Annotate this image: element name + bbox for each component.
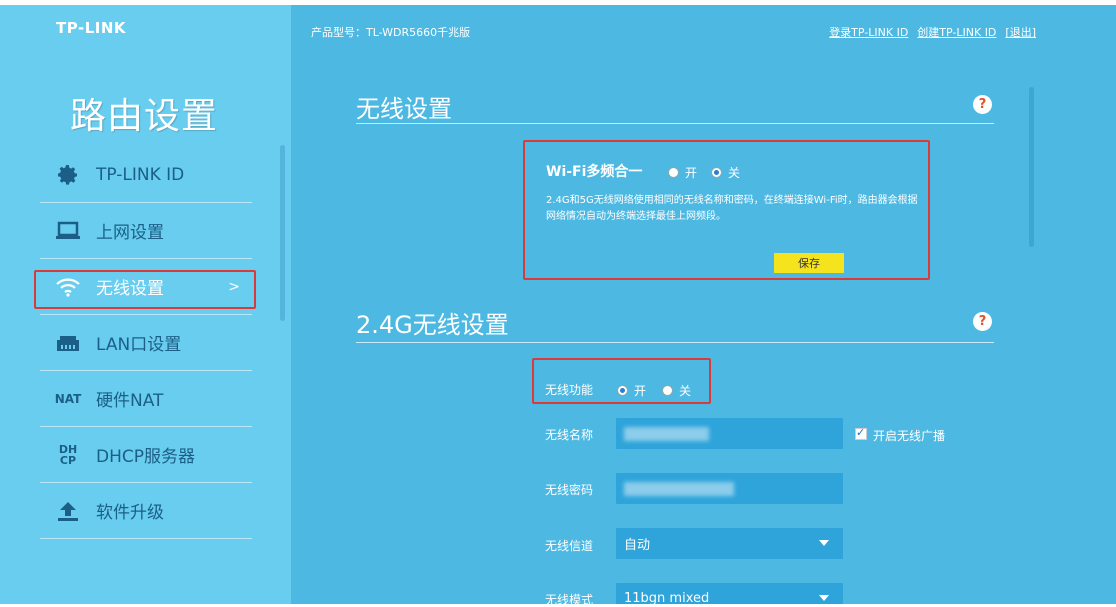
channel-value: 自动 (624, 538, 651, 553)
multiband-off-label: 关 (728, 166, 741, 180)
broadcast-checkbox[interactable] (855, 426, 867, 440)
sidebar-item-label: TP-LINK ID (96, 164, 185, 185)
brand-logo: TP-LINK (56, 19, 127, 37)
section-title-24g: 2.4G无线设置 (356, 311, 509, 339)
product-model: 产品型号：TL-WDR5660千兆版 (311, 26, 471, 39)
sidebar-item-label: 无线设置 (96, 279, 164, 299)
app-frame: TP-LINK 路由设置 TP-LINK ID 上网设置 无线设置 > LAN口… (0, 5, 1116, 604)
wireless-function-radio-group: 开 关 (617, 382, 691, 399)
chevron-right-icon: > (228, 278, 240, 295)
wireless-on-radio[interactable] (617, 385, 628, 396)
sidebar-item-label: DHCP服务器 (96, 447, 195, 467)
multiband-description: 2.4G和5G无线网络使用相同的无线名称和密码，在终端连接Wi-Fi时，路由器会… (546, 195, 918, 222)
gear-icon (54, 161, 82, 189)
lan-port-icon (54, 329, 82, 357)
logout-link[interactable]: [退出] (1005, 24, 1036, 40)
main-scrollbar[interactable] (1029, 87, 1034, 247)
sidebar-nav: TP-LINK ID 上网设置 无线设置 > LAN口设置 NAT 硬件NAT … (40, 147, 252, 539)
dhcp-icon: DH CP (58, 442, 78, 467)
wireless-function-label: 无线功能 (545, 383, 594, 397)
ssid-label: 无线名称 (545, 428, 594, 442)
wireless-on-label: 开 (634, 384, 647, 398)
sidebar-item-upgrade[interactable]: 软件升级 (40, 483, 252, 539)
sidebar: TP-LINK 路由设置 TP-LINK ID 上网设置 无线设置 > LAN口… (0, 5, 291, 604)
help-icon[interactable]: ? (973, 95, 992, 114)
broadcast-label: 开启无线广播 (873, 429, 946, 443)
sidebar-item-label: 上网设置 (96, 223, 164, 243)
upload-icon (54, 497, 82, 525)
redacted-ssid (624, 426, 709, 441)
wifi-icon (54, 273, 82, 301)
wireless-off-radio[interactable] (662, 385, 674, 396)
sidebar-title: 路由设置 (70, 96, 219, 137)
sidebar-item-tplink-id[interactable]: TP-LINK ID (40, 147, 252, 203)
multiband-on-label: 开 (685, 166, 698, 180)
mode-select[interactable]: 11bgn mixed (616, 583, 843, 604)
sidebar-item-internet[interactable]: 上网设置 (40, 203, 252, 259)
sidebar-item-wireless[interactable]: 无线设置 > (40, 259, 252, 315)
ssid-input[interactable] (616, 418, 843, 449)
password-input[interactable] (616, 473, 843, 504)
section-divider (356, 123, 994, 124)
sidebar-item-dhcp[interactable]: DH CP DHCP服务器 (40, 427, 252, 483)
help-icon[interactable]: ? (973, 312, 992, 331)
sidebar-scrollbar[interactable] (280, 145, 285, 321)
wireless-off-label: 关 (679, 384, 692, 398)
multiband-title: Wi-Fi多频合一 (546, 164, 643, 180)
sidebar-item-label: LAN口设置 (96, 335, 182, 355)
sidebar-item-lan[interactable]: LAN口设置 (40, 315, 252, 371)
mode-label: 无线模式 (545, 593, 594, 604)
chevron-down-icon (819, 595, 829, 601)
redacted-password (624, 481, 734, 496)
nat-icon: NAT (54, 391, 82, 406)
save-button[interactable]: 保存 (774, 253, 844, 273)
multiband-radio-group: 开 关 (668, 164, 740, 181)
channel-select[interactable]: 自动 (616, 528, 843, 559)
channel-label: 无线信道 (545, 539, 594, 553)
login-tplink-id-link[interactable]: 登录TP-LINK ID (829, 24, 908, 40)
section-title-wireless: 无线设置 (356, 95, 452, 123)
sidebar-item-nat[interactable]: NAT 硬件NAT (40, 371, 252, 427)
laptop-icon (54, 217, 82, 245)
header-links: 登录TP-LINK ID 创建TP-LINK ID [退出] (829, 24, 1036, 40)
multiband-off-radio[interactable] (711, 167, 723, 178)
multiband-on-radio[interactable] (668, 167, 679, 178)
create-tplink-id-link[interactable]: 创建TP-LINK ID (917, 24, 996, 40)
password-label: 无线密码 (545, 483, 594, 497)
sidebar-item-label: 硬件NAT (96, 391, 164, 411)
mode-value: 11bgn mixed (624, 591, 710, 604)
main-panel: 产品型号：TL-WDR5660千兆版 登录TP-LINK ID 创建TP-LIN… (291, 5, 1116, 604)
chevron-down-icon (819, 540, 829, 546)
section-divider (356, 342, 994, 343)
sidebar-item-label: 软件升级 (96, 503, 164, 523)
